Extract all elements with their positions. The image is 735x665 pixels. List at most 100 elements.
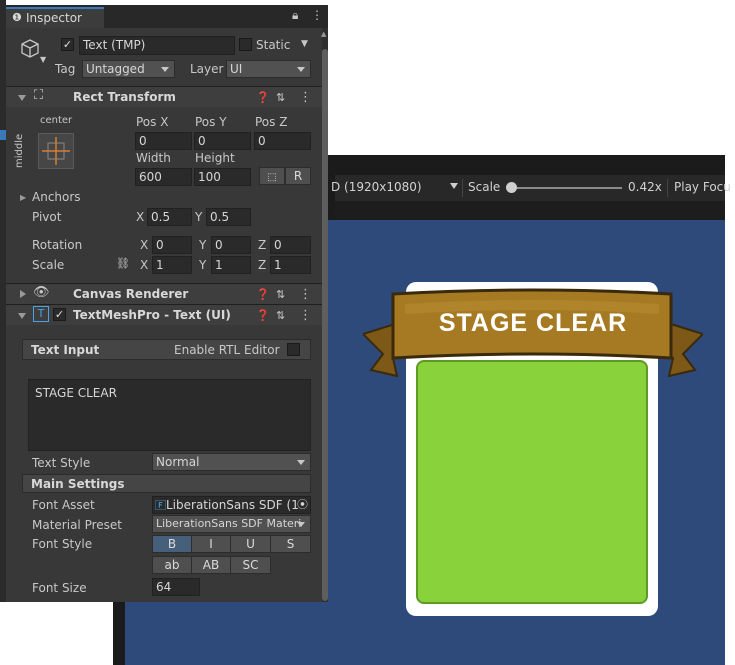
- tag-dropdown[interactable]: Untagged: [82, 60, 175, 78]
- textmeshpro-enabled-checkbox[interactable]: ✓: [53, 308, 66, 321]
- icon-dropdown-arrow[interactable]: ▼: [40, 55, 46, 64]
- kebab-menu-icon[interactable]: ⋮: [299, 90, 312, 105]
- constrain-proportions-icon[interactable]: ⛓: [116, 257, 130, 270]
- foldout-arrow-icon[interactable]: [18, 313, 26, 319]
- gameobject-cube-icon: [21, 39, 39, 58]
- kebab-menu-icon[interactable]: ⋮: [311, 8, 323, 22]
- text-input-section-header: Text Input Enable RTL Editor: [22, 339, 311, 360]
- scale-label: Scale: [32, 258, 65, 272]
- eye-icon: 👁︎: [33, 285, 50, 300]
- preset-icon[interactable]: ⇅: [276, 288, 285, 301]
- material-preset-label: Material Preset: [32, 518, 122, 532]
- raw-edit-button[interactable]: R: [285, 167, 311, 185]
- pos-x-field[interactable]: 0: [135, 132, 192, 150]
- lock-icon[interactable]: 🔒︎: [292, 8, 298, 23]
- pos-z-field[interactable]: 0: [254, 132, 311, 150]
- inspector-scrollbar-thumb[interactable]: [322, 49, 328, 601]
- textmeshpro-title: TextMeshPro - Text (UI): [73, 308, 231, 322]
- scale-slider-handle[interactable]: [506, 182, 517, 193]
- pivot-y-field[interactable]: 0.5: [206, 208, 251, 226]
- anchor-preset-button[interactable]: [38, 133, 74, 169]
- font-style-lowercase-button[interactable]: ab: [152, 556, 192, 574]
- anchor-preset-icon: [42, 137, 70, 165]
- kebab-menu-icon[interactable]: ⋮: [299, 308, 312, 323]
- preset-icon[interactable]: ⇅: [276, 91, 285, 104]
- font-asset-icon: 🄵: [155, 499, 166, 512]
- foldout-arrow-icon[interactable]: [18, 95, 26, 101]
- pos-y-field[interactable]: 0: [194, 132, 251, 150]
- text-style-label: Text Style: [32, 456, 91, 470]
- preset-icon[interactable]: ⇅: [276, 309, 285, 322]
- pivot-x-label: X: [136, 210, 145, 224]
- scale-y-label: Y: [199, 258, 207, 272]
- scale-x-label: X: [140, 258, 149, 272]
- scale-z-field[interactable]: 1: [270, 256, 311, 274]
- textmeshpro-icon: T: [33, 306, 49, 322]
- font-size-field[interactable]: 64: [152, 578, 200, 596]
- pivot-y-label: Y: [195, 210, 203, 224]
- font-style-uppercase-button[interactable]: AB: [191, 556, 231, 574]
- rtl-checkbox[interactable]: [287, 343, 300, 356]
- font-style-bold-button[interactable]: B: [152, 535, 192, 553]
- pivot-x-field[interactable]: 0.5: [147, 208, 192, 226]
- static-dropdown-icon[interactable]: ▼: [301, 39, 308, 49]
- kebab-menu-icon[interactable]: ⋮: [299, 287, 312, 302]
- layer-label: Layer: [190, 62, 224, 76]
- width-field[interactable]: 600: [135, 168, 192, 186]
- scroll-up-arrow-icon[interactable]: ▲: [321, 30, 326, 38]
- canvas-renderer-header[interactable]: 👁︎ Canvas Renderer ❓ ⇅ ⋮: [6, 283, 328, 304]
- object-name-field[interactable]: Text (TMP): [79, 36, 235, 55]
- blueprint-mode-button[interactable]: ⬚: [259, 167, 285, 185]
- resolution-dropdown[interactable]: D (1920x1080): [331, 180, 422, 194]
- font-style-smallcaps-button[interactable]: SC: [230, 556, 271, 574]
- editor-selection-marker: [0, 130, 6, 140]
- anchors-foldout-arrow[interactable]: ▶: [20, 193, 26, 202]
- rtl-label: Enable RTL Editor: [174, 343, 280, 357]
- rotation-y-field[interactable]: 0: [211, 236, 251, 254]
- scale-slider-track[interactable]: [510, 187, 622, 189]
- static-label: Static: [256, 38, 291, 52]
- material-preset-dropdown[interactable]: LiberationSans SDF Materi: [152, 515, 311, 533]
- foldout-arrow-icon[interactable]: [20, 290, 26, 298]
- font-style-label: Font Style: [32, 537, 93, 551]
- font-style-underline-button[interactable]: U: [230, 535, 271, 553]
- object-picker-icon: ⦿: [297, 498, 308, 511]
- static-checkbox[interactable]: [239, 38, 252, 51]
- scale-y-field[interactable]: 1: [211, 256, 251, 274]
- anchor-v-label: middle: [14, 133, 25, 168]
- tag-label: Tag: [55, 62, 76, 76]
- anchor-h-label: center: [40, 115, 73, 126]
- help-icon[interactable]: ❓: [256, 288, 270, 301]
- font-size-label: Font Size: [32, 581, 87, 595]
- font-style-strikethrough-button[interactable]: S: [270, 535, 311, 553]
- help-icon[interactable]: ❓: [256, 91, 270, 104]
- help-icon[interactable]: ❓: [256, 309, 270, 322]
- rect-transform-icon: ⛶: [34, 88, 44, 103]
- rect-transform-title: Rect Transform: [73, 90, 176, 104]
- rotation-x-field[interactable]: 0: [152, 236, 192, 254]
- scale-x-field[interactable]: 1: [152, 256, 192, 274]
- font-asset-field[interactable]: 🄵LiberationSans SDF (1 ⦿: [152, 496, 311, 514]
- textmeshpro-header[interactable]: T ✓ TextMeshPro - Text (UI) ❓ ⇅ ⋮: [6, 304, 328, 325]
- rect-transform-header[interactable]: ⛶ Rect Transform ❓ ⇅ ⋮: [6, 86, 328, 107]
- canvas-renderer-title: Canvas Renderer: [73, 287, 189, 301]
- font-asset-label: Font Asset: [32, 498, 95, 512]
- height-field[interactable]: 100: [194, 168, 251, 186]
- active-checkbox[interactable]: ✓: [61, 38, 74, 51]
- text-style-dropdown[interactable]: Normal: [152, 453, 311, 471]
- height-label: Height: [195, 151, 235, 165]
- font-style-italic-button[interactable]: I: [191, 535, 231, 553]
- play-focused-dropdown[interactable]: Play Focu: [674, 180, 731, 194]
- rotation-z-field[interactable]: 0: [270, 236, 311, 254]
- layer-dropdown[interactable]: UI: [226, 60, 311, 78]
- text-input-area[interactable]: STAGE CLEAR: [28, 379, 311, 451]
- scale-z-label: Z: [258, 258, 267, 272]
- tab-inspector-label: Inspector: [26, 11, 82, 25]
- text-input-label: Text Input: [31, 343, 100, 357]
- chevron-down-icon[interactable]: [450, 183, 458, 189]
- anchors-label: Anchors: [32, 190, 81, 204]
- rotation-x-label: X: [140, 238, 149, 252]
- pos-x-label: Pos X: [136, 115, 169, 129]
- tab-inspector[interactable]: ❶ Inspector: [6, 7, 104, 28]
- main-settings-label: Main Settings: [31, 477, 125, 491]
